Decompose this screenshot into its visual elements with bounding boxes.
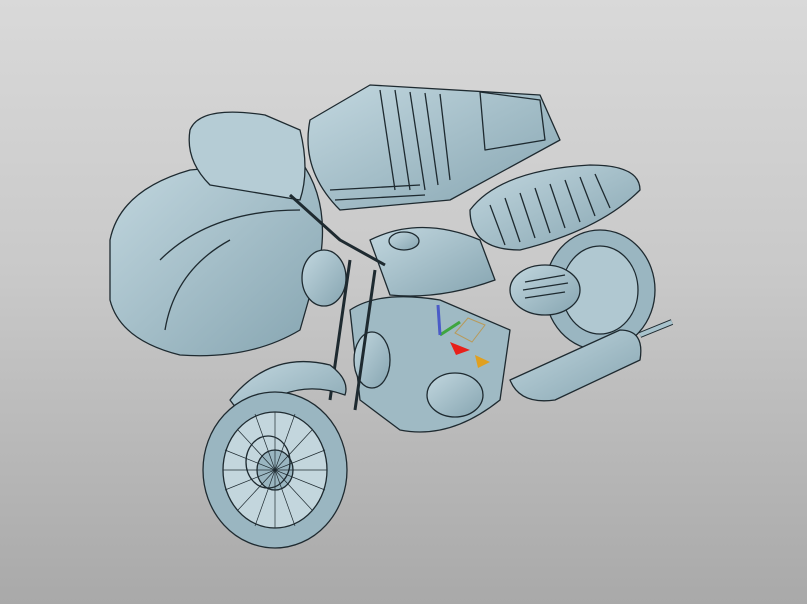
fuel-tank	[369, 226, 496, 297]
side-cover-grille	[509, 264, 581, 316]
triad-z-axis	[436, 304, 442, 336]
cad-viewport[interactable]	[0, 0, 807, 604]
cylinder-right	[426, 372, 484, 418]
headlight	[301, 249, 347, 307]
fuel-cap	[388, 231, 420, 251]
motorcycle-with-sidecar-3d-model[interactable]	[0, 0, 807, 604]
